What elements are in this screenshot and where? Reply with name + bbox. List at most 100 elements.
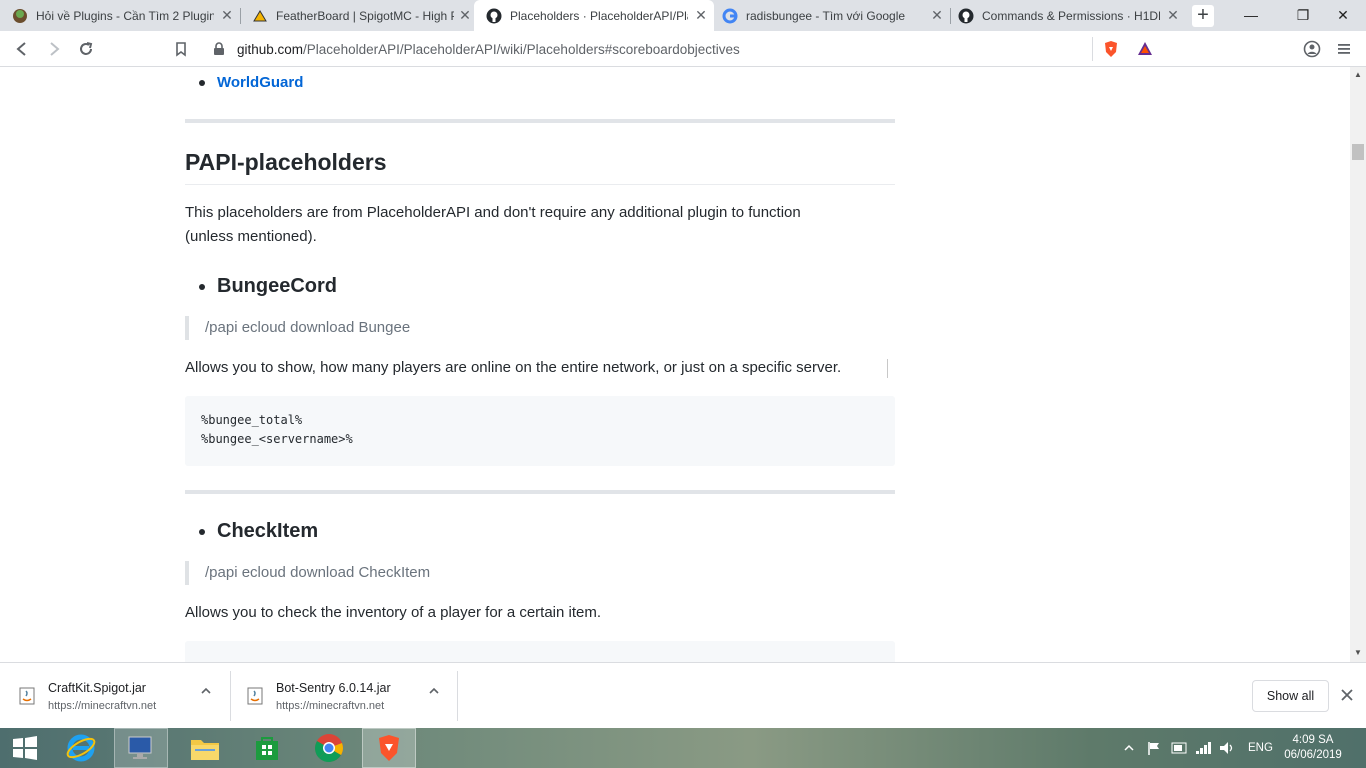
bookmark-icon xyxy=(176,42,186,57)
section-intro-line-2: (unless mentioned). xyxy=(185,228,317,245)
download-source: https://minecraftvn.net xyxy=(48,700,157,712)
url-text[interactable]: github.com/PlaceholderAPI/PlaceholderAPI… xyxy=(237,42,740,57)
show-all-button[interactable]: Show all xyxy=(1252,680,1329,712)
close-window-button[interactable]: ✕ xyxy=(1320,0,1366,31)
blockquote: /papi ecloud download Bungee xyxy=(185,316,410,340)
taskbar-chrome[interactable] xyxy=(302,728,356,768)
subsection-heading: CheckItem xyxy=(199,520,318,543)
taskbar-file-explorer[interactable] xyxy=(178,728,232,768)
bullet xyxy=(199,283,205,290)
code-line: %bungee_total% xyxy=(201,413,303,427)
browser-toolbar: github.com/PlaceholderAPI/PlaceholderAPI… xyxy=(0,31,1366,67)
subsection-heading: BungeeCord xyxy=(199,275,337,298)
blockquote: /papi ecloud download CheckItem xyxy=(185,561,430,585)
scroll-down-arrow-icon[interactable]: ▼ xyxy=(1354,648,1362,657)
google-icon xyxy=(722,8,738,24)
tab-1[interactable]: FeatherBoard | SpigotMC - High P ✕ xyxy=(240,0,478,31)
bat-triangle-icon xyxy=(1138,42,1152,55)
checkitem-heading: CheckItem xyxy=(217,520,319,542)
account-icon xyxy=(1303,40,1321,58)
vertical-scrollbar[interactable]: ▲ ▼ xyxy=(1350,67,1366,662)
bullet xyxy=(199,528,205,535)
bullet xyxy=(199,80,205,87)
start-button[interactable] xyxy=(0,728,50,768)
download-item[interactable]: CraftKit.Spigot.jar https://minecraftvn.… xyxy=(0,663,230,729)
profile-button[interactable] xyxy=(1300,37,1324,61)
scroll-up-arrow-icon[interactable]: ▲ xyxy=(1354,70,1362,79)
forward-button[interactable] xyxy=(42,37,66,61)
spigot-icon xyxy=(252,8,268,24)
network-signal-icon[interactable] xyxy=(1194,728,1212,768)
code-line: %bungee_<servername>% xyxy=(201,432,353,446)
new-tab-button[interactable]: + xyxy=(1192,5,1214,27)
close-tab-icon[interactable]: ✕ xyxy=(694,8,708,22)
tab-2[interactable]: Placeholders · PlaceholderAPI/Pla ✕ xyxy=(474,0,714,31)
tray-show-hidden-icon[interactable] xyxy=(1124,728,1134,768)
tab-3[interactable]: radisbungee - Tìm với Google ✕ xyxy=(710,0,950,31)
tab-title: Placeholders · PlaceholderAPI/Pla xyxy=(510,8,688,23)
tab-4[interactable]: Commands & Permissions · H1DD ✕ xyxy=(946,0,1186,31)
minecraft-icon xyxy=(12,8,28,24)
reload-button[interactable] xyxy=(74,37,98,61)
back-button[interactable] xyxy=(10,37,34,61)
forward-arrow-icon xyxy=(50,42,60,56)
item-description: Allows you to show, how many players are… xyxy=(185,359,842,376)
bookmark-button[interactable] xyxy=(169,37,193,61)
tab-0[interactable]: Hỏi về Plugins - Cần Tìm 2 Plugin ✕ xyxy=(0,0,240,31)
windows-taskbar: ENG 4:09 SA 06/06/2019 xyxy=(0,728,1366,768)
battery-icon[interactable] xyxy=(1170,728,1188,768)
close-tab-icon[interactable]: ✕ xyxy=(458,8,472,22)
lock-icon[interactable] xyxy=(212,42,226,61)
download-source: https://minecraftvn.net xyxy=(276,700,385,712)
github-icon xyxy=(486,8,502,24)
chevron-up-icon[interactable] xyxy=(198,685,214,701)
reload-icon xyxy=(80,42,93,55)
brave-lion-icon xyxy=(379,735,399,761)
download-filename: Bot-Sentry 6.0.14.jar xyxy=(276,681,391,695)
tab-title: radisbungee - Tìm với Google xyxy=(746,8,906,23)
url-host: github.com xyxy=(237,42,304,57)
chrome-icon xyxy=(315,734,343,763)
hamburger-icon xyxy=(1338,44,1350,54)
text-caret xyxy=(887,359,888,378)
download-item[interactable]: Bot-Sentry 6.0.14.jar https://minecraftv… xyxy=(228,663,458,729)
download-shelf: CraftKit.Spigot.jar https://minecraftvn.… xyxy=(0,662,1366,728)
clock[interactable]: 4:09 SA 06/06/2019 xyxy=(1284,728,1342,768)
worldguard-link[interactable]: WorldGuard xyxy=(217,74,303,91)
java-file-icon xyxy=(19,687,35,705)
bungeecord-heading: BungeeCord xyxy=(217,275,337,297)
folder-icon xyxy=(191,740,219,760)
taskbar-store[interactable] xyxy=(240,728,294,768)
omnibox-divider xyxy=(1092,37,1093,61)
chevron-up-icon[interactable] xyxy=(426,685,442,701)
brave-rewards-button[interactable] xyxy=(1133,37,1157,61)
download-separator xyxy=(457,671,458,721)
close-tab-icon[interactable]: ✕ xyxy=(930,8,944,22)
close-tab-icon[interactable]: ✕ xyxy=(1166,8,1180,22)
section-intro-line-1: This placeholders are from PlaceholderAP… xyxy=(185,204,801,221)
divider xyxy=(185,119,895,123)
tab-title: FeatherBoard | SpigotMC - High P xyxy=(276,8,454,23)
close-shelf-icon[interactable] xyxy=(1340,688,1356,704)
section-heading: PAPI-placeholders xyxy=(185,149,895,185)
tab-title: Hỏi về Plugins - Cần Tìm 2 Plugin xyxy=(36,8,214,23)
tab-title: Commands & Permissions · H1DD xyxy=(982,8,1160,23)
address-bar[interactable]: github.com/PlaceholderAPI/PlaceholderAPI… xyxy=(200,35,1163,63)
volume-icon[interactable] xyxy=(1218,728,1236,768)
windows-logo-icon xyxy=(13,736,37,760)
taskbar-brave[interactable] xyxy=(362,728,416,768)
back-arrow-icon xyxy=(16,42,26,56)
action-center-flag-icon[interactable] xyxy=(1146,728,1162,768)
computer-icon xyxy=(128,736,152,759)
close-tab-icon[interactable]: ✕ xyxy=(220,8,234,22)
taskbar-ie[interactable] xyxy=(54,728,108,768)
code-block-partial xyxy=(185,641,895,662)
code-block: %bungee_total% %bungee_<servername>% xyxy=(185,396,895,466)
brave-shields-button[interactable] xyxy=(1099,37,1123,61)
taskbar-remote-desktop[interactable] xyxy=(114,728,168,768)
clock-time: 4:09 SA xyxy=(1292,734,1334,746)
scrollbar-thumb[interactable] xyxy=(1352,144,1364,160)
input-language[interactable]: ENG xyxy=(1248,728,1273,768)
menu-button[interactable] xyxy=(1332,37,1356,61)
minimize-button[interactable]: — xyxy=(1228,0,1274,31)
